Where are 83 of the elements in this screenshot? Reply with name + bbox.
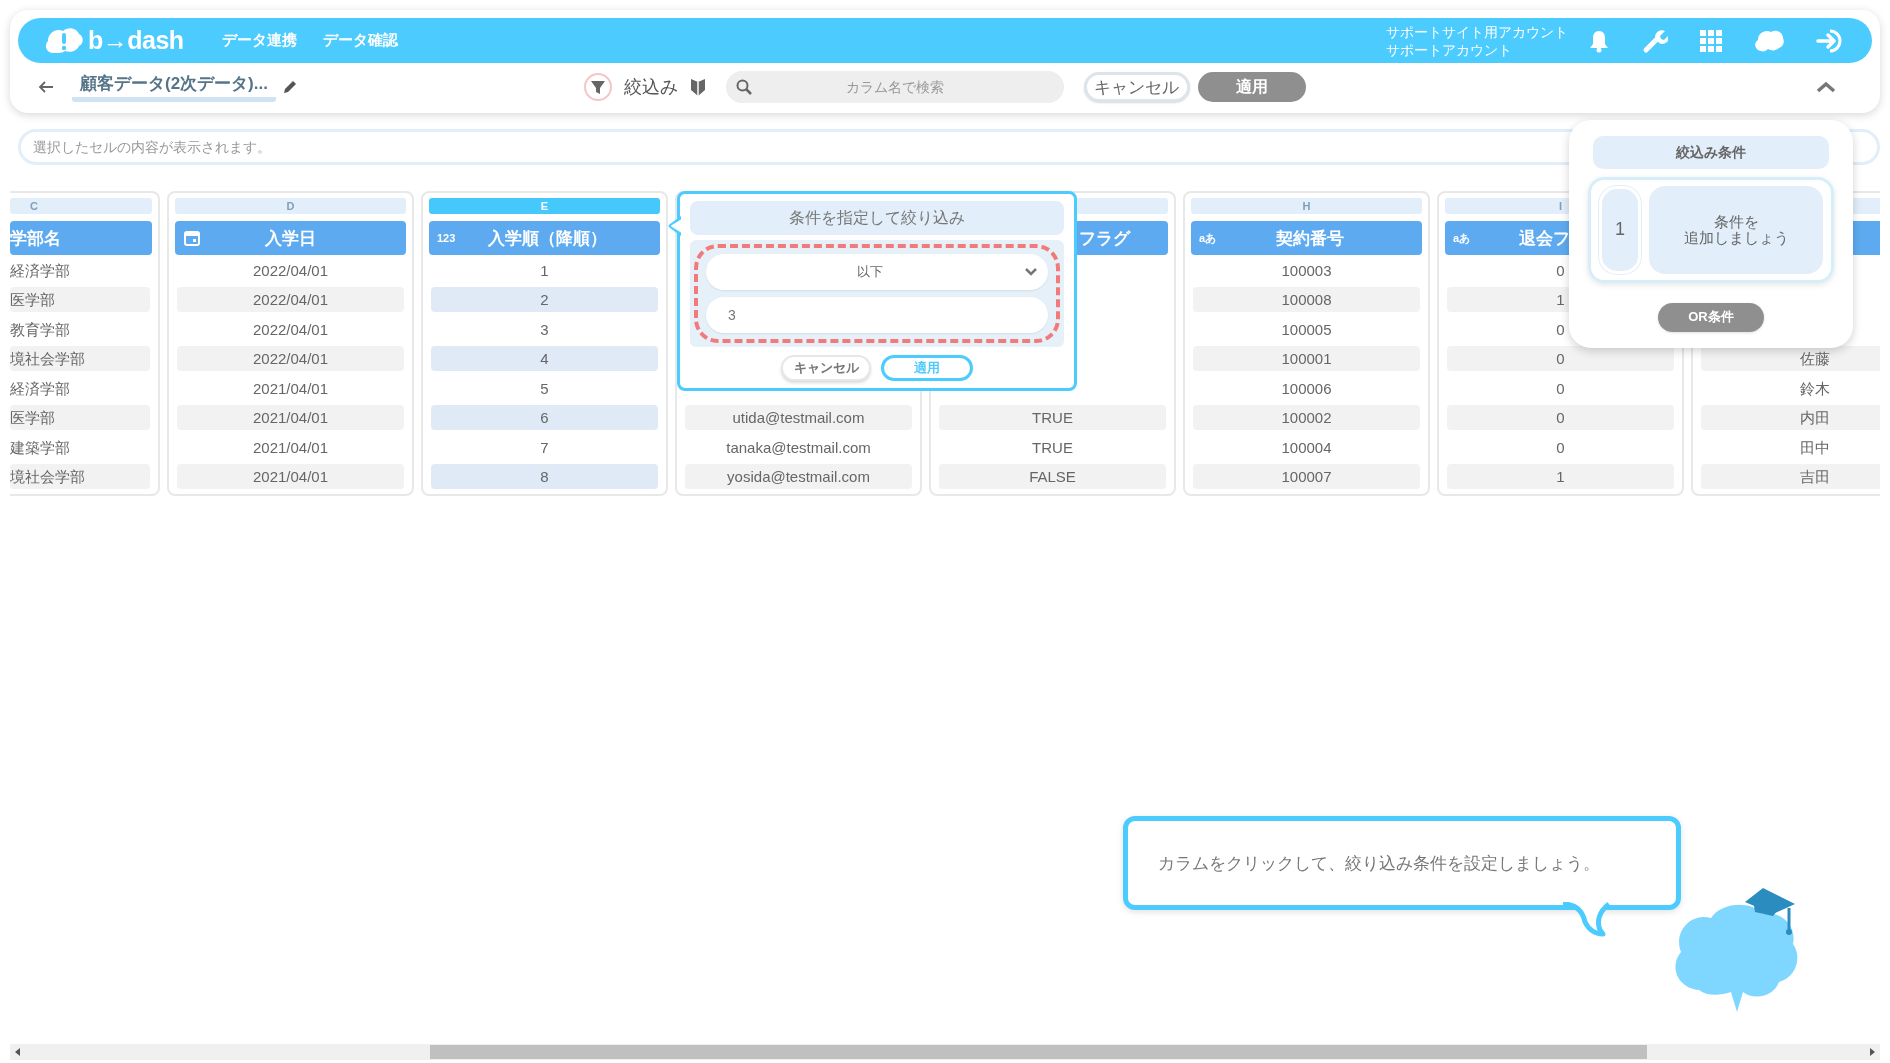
table-cell[interactable]: 6: [431, 405, 658, 430]
table-cell[interactable]: 2022/04/01: [177, 287, 404, 312]
table-cell[interactable]: 田中: [1701, 434, 1880, 460]
table-cell[interactable]: 2022/04/01: [177, 316, 404, 342]
table-cell[interactable]: 鈴木: [1701, 375, 1880, 401]
table-cell[interactable]: 0: [1447, 434, 1674, 460]
table-cell[interactable]: TRUE: [939, 405, 1166, 430]
header-text: 入学順（降順）: [487, 227, 608, 250]
back-arrow-icon[interactable]: [38, 80, 54, 94]
table-cell[interactable]: 2022/04/01: [177, 346, 404, 371]
account-name-text: サポートアカウント: [1386, 40, 1513, 59]
table-cell[interactable]: 2021/04/01: [177, 464, 404, 489]
table-cell[interactable]: 2021/04/01: [177, 375, 404, 401]
group-number: 1: [1599, 186, 1641, 274]
table-cell[interactable]: tanaka@testmail.com: [685, 434, 912, 460]
table-cell[interactable]: 100005: [1193, 316, 1420, 342]
logo-text: b→dash: [88, 26, 184, 55]
type-label: aあ: [1453, 230, 1472, 246]
table-cell[interactable]: 経済学部: [10, 375, 150, 401]
table-cell[interactable]: 2022/04/01: [177, 257, 404, 283]
data-title: 顧客データ(2次データ)...: [72, 72, 276, 102]
scrollbar-thumb[interactable]: [430, 1045, 1647, 1059]
panel-title: 絞込み条件: [1593, 136, 1829, 170]
table-cell[interactable]: 2021/04/01: [177, 405, 404, 430]
table-cell[interactable]: 100001: [1193, 346, 1420, 371]
table-cell[interactable]: 医学部: [10, 287, 150, 312]
cancel-button[interactable]: キャンセル: [781, 355, 871, 381]
table-cell[interactable]: 境社会学部: [10, 464, 150, 489]
value-field[interactable]: 3: [706, 297, 1048, 333]
calendar-icon: [183, 229, 201, 247]
table-cell[interactable]: 佐藤: [1701, 346, 1880, 371]
table-cell[interactable]: 5: [431, 375, 658, 401]
table-cell[interactable]: 2: [431, 287, 658, 312]
table-cell[interactable]: 吉田: [1701, 464, 1880, 489]
header-text: 退会フ: [1519, 227, 1570, 250]
header-text: 学部名: [10, 227, 61, 250]
table-cell[interactable]: 2021/04/01: [177, 434, 404, 460]
table-cell[interactable]: 100006: [1193, 375, 1420, 401]
table-cell[interactable]: 100008: [1193, 287, 1420, 312]
table-cell[interactable]: 1: [431, 257, 658, 283]
table-cell[interactable]: 100004: [1193, 434, 1420, 460]
table-cell[interactable]: 8: [431, 464, 658, 489]
table-cell[interactable]: 100002: [1193, 405, 1420, 430]
table-cell[interactable]: 1: [1447, 464, 1674, 489]
type-label: 123: [437, 232, 457, 244]
chevron-down-icon: [1024, 267, 1038, 277]
table-cell[interactable]: 7: [431, 434, 658, 460]
header-text: 契約番号: [1274, 227, 1345, 250]
table-cell[interactable]: yosida@testmail.com: [685, 464, 912, 489]
table-cell[interactable]: 医学部: [10, 405, 150, 430]
table-cell[interactable]: 教育学部: [10, 316, 150, 342]
header-text: 入学日: [264, 227, 317, 250]
filter-icon: [589, 79, 606, 95]
operator-text: 以下: [856, 263, 884, 281]
pencil-icon[interactable]: [281, 79, 298, 95]
shield-icon[interactable]: [689, 77, 706, 97]
table-cell[interactable]: FALSE: [939, 464, 1166, 489]
search-field[interactable]: カラム名で検索: [725, 71, 1064, 103]
table-cell[interactable]: 100007: [1193, 464, 1420, 489]
account-site-text: サポートサイト用アカウント: [1386, 22, 1568, 41]
table-cell[interactable]: 0: [1447, 346, 1674, 371]
filter-label: 絞込み: [623, 76, 678, 99]
table-cell[interactable]: 100003: [1193, 257, 1420, 283]
operator-dropdown[interactable]: 以下: [706, 254, 1048, 290]
header-text: フラグ: [1078, 227, 1132, 250]
add-condition-button[interactable]: 条件を 追加しましょう: [1649, 186, 1823, 274]
table-cell[interactable]: 建築学部: [10, 434, 150, 460]
table-cell[interactable]: 経済学部: [10, 257, 150, 283]
popup-title: 条件を指定して絞り込み: [690, 201, 1064, 235]
table-cell[interactable]: 境社会学部: [10, 346, 150, 371]
guide-message: カラムをクリックして、絞り込み条件を設定しましょう。: [1158, 852, 1600, 875]
type-label: aあ: [1199, 230, 1218, 246]
cancel-button[interactable]: キャンセル: [1083, 72, 1190, 102]
table-cell[interactable]: 4: [431, 346, 658, 371]
table-cell[interactable]: 内田: [1701, 405, 1880, 430]
table-cell[interactable]: TRUE: [939, 434, 1166, 460]
collapse-icon[interactable]: [1816, 81, 1836, 93]
search-icon: [735, 79, 752, 95]
table-cell[interactable]: utida@testmail.com: [685, 405, 912, 430]
table-cell[interactable]: 0: [1447, 405, 1674, 430]
table-cell[interactable]: 3: [431, 316, 658, 342]
table-cell[interactable]: 0: [1447, 375, 1674, 401]
filter-button[interactable]: [583, 73, 612, 101]
